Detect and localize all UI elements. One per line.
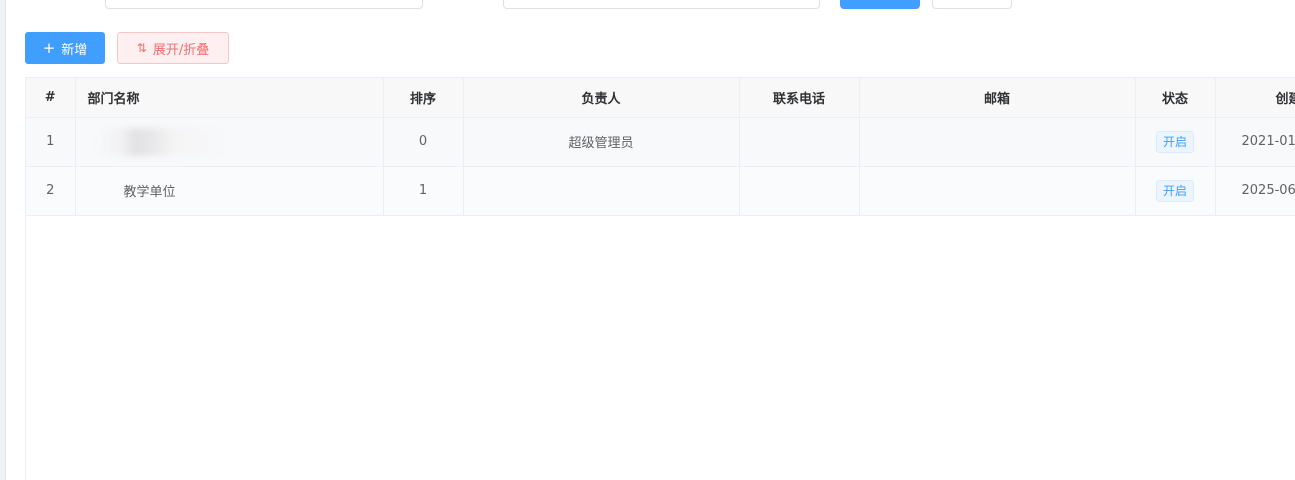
search-button[interactable]	[840, 0, 920, 9]
table-row[interactable]: 2 教学单位 1 开启 2025-06-	[26, 166, 1295, 216]
row-created: 2021-01-	[1215, 117, 1295, 167]
row-created: 2025-06-	[1215, 166, 1295, 216]
redacted-name	[95, 127, 226, 156]
status-badge: 开启	[1155, 179, 1194, 202]
row-phone	[739, 166, 860, 216]
column-header-leader: 负责人	[463, 78, 740, 118]
row-phone	[739, 117, 860, 167]
column-header-phone: 联系电话	[739, 78, 860, 118]
search-input-status[interactable]	[503, 0, 820, 9]
row-index: 2	[26, 166, 76, 216]
plus-icon: +	[42, 38, 56, 57]
toggle-button-label: 展开/折叠	[152, 42, 210, 58]
add-button-label: 新增	[61, 42, 88, 58]
dept-table: # 部门名称 排序 负责人 联系电话 邮箱 状态 创建 1 0 超	[25, 77, 1295, 480]
page: + 新增 ⇅ 展开/折叠 # 部门名称 排序 负责人 联系电话 邮箱 状态 创 …	[0, 0, 1295, 480]
sort-arrows-icon: ⇅	[136, 41, 147, 55]
column-header-sort: 排序	[383, 78, 464, 118]
sidebar-edge	[0, 0, 6, 480]
table-row[interactable]: 1 0 超级管理员 开启 2021-01-	[26, 117, 1295, 167]
column-header-index: #	[26, 78, 76, 118]
row-index: 1	[26, 117, 76, 167]
column-header-email: 邮箱	[859, 78, 1136, 118]
table-header-row: # 部门名称 排序 负责人 联系电话 邮箱 状态 创建	[26, 78, 1295, 118]
row-leader: 超级管理员	[463, 117, 740, 167]
row-dept-name[interactable]	[75, 117, 384, 167]
row-email	[859, 166, 1136, 216]
search-input-dept-name[interactable]	[105, 0, 423, 9]
row-leader	[463, 166, 740, 216]
row-email	[859, 117, 1136, 167]
status-badge: 开启	[1155, 130, 1194, 153]
column-header-dept-name: 部门名称	[75, 78, 384, 118]
row-dept-name[interactable]: 教学单位	[75, 166, 384, 216]
row-sort: 0	[383, 117, 464, 167]
column-header-created: 创建	[1215, 78, 1295, 118]
toggle-expand-button[interactable]: ⇅ 展开/折叠	[117, 32, 229, 64]
row-sort: 1	[383, 166, 464, 216]
row-status: 开启	[1135, 117, 1216, 167]
row-status: 开启	[1135, 166, 1216, 216]
add-button[interactable]: + 新增	[25, 32, 105, 64]
reset-button[interactable]	[932, 0, 1012, 9]
column-header-status: 状态	[1135, 78, 1216, 118]
